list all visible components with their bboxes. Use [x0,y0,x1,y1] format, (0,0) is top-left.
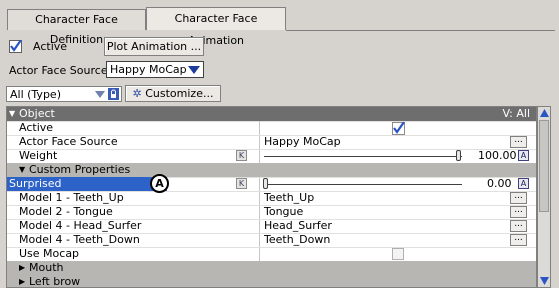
property-name: Use Mocap [19,247,80,260]
property-value: Teeth_Down [264,233,331,246]
property-name: Actor Face Source [19,135,118,148]
active-checkbox[interactable] [9,39,22,53]
vertical-scrollbar[interactable] [537,106,551,288]
visibility-all-label: V: All [502,107,530,120]
customize-button[interactable]: ✲ Customize... [125,85,221,102]
property-name: Surprised [9,177,62,190]
type-filter-value: All (Type) [10,88,61,101]
chevron-down-icon [95,91,105,98]
gear-icon: ✲ [132,87,142,100]
actor-face-source-dropdown[interactable]: Happy MoCap [106,61,204,78]
property-row-tongue[interactable]: Model 2 - Tongue Tongue ... [7,205,536,220]
group-label: Custom Properties [29,163,131,176]
property-row-use-mocap[interactable]: Use Mocap [7,247,536,262]
key-button[interactable]: K [236,150,247,161]
property-row-teeth-up[interactable]: Model 1 - Teeth_Up Teeth_Up ... [7,191,536,206]
object-header-label: Object [19,107,55,120]
expand-triangle-icon: ▶ [19,277,26,286]
chevron-down-icon [188,66,200,74]
scroll-thumb[interactable] [539,120,549,212]
property-row-actor-face-source[interactable]: Actor Face Source Happy MoCap ... [7,135,536,150]
mouth-group[interactable]: ▶ Mouth [7,261,536,276]
type-filter-dropdown[interactable]: All (Type) [6,86,122,102]
object-header-row[interactable]: ▼ Object V: All [7,107,536,122]
browse-button[interactable]: ... [510,192,527,204]
animate-button[interactable]: A [518,150,529,161]
custom-properties-group[interactable]: ▼ Custom Properties [7,163,536,178]
lock-icon [108,88,119,100]
property-name: Model 1 - Teeth_Up [19,191,124,204]
collapse-triangle-icon: ▼ [9,109,16,118]
browse-button[interactable]: ... [510,234,527,246]
surprised-slider-track[interactable] [268,184,462,185]
group-label: Mouth [29,261,64,274]
property-row-weight[interactable]: Weight K 100.00 A [7,149,536,164]
property-row-head-surfer[interactable]: Model 4 - Head_Surfer Head_Surfer ... [7,219,536,234]
property-value: Tongue [264,205,304,218]
animate-button[interactable]: A [518,178,529,189]
weight-slider-track[interactable] [264,156,462,157]
tab-divider [286,30,555,31]
property-name: Active [19,121,54,134]
property-value: Teeth_Up [264,191,315,204]
scroll-down-icon[interactable] [540,277,549,285]
expand-triangle-icon: ▶ [19,263,26,272]
key-button[interactable]: K [236,178,247,189]
scroll-up-icon[interactable] [540,109,549,117]
use-mocap-checkbox[interactable] [392,248,404,260]
weight-value[interactable]: 100.00 [478,149,517,163]
property-row-teeth-down[interactable]: Model 4 - Teeth_Down Teeth_Down ... [7,233,536,248]
browse-button[interactable]: ... [510,220,527,232]
weight-slider-thumb[interactable] [456,150,461,161]
active-label: Active [33,40,68,53]
property-name: Model 2 - Tongue [19,205,113,218]
plot-animation-button[interactable]: Plot Animation ... [104,37,204,56]
surprised-value[interactable]: 0.00 [487,177,512,191]
group-label: Left brow [29,275,81,288]
checkmark-icon [9,39,22,53]
property-row-active[interactable]: Active [7,121,536,136]
actor-face-source-value: Happy MoCap [110,63,187,76]
customize-label: Customize... [145,87,214,100]
property-value: Head_Surfer [264,219,332,232]
property-row-surprised[interactable]: Surprised A K 0.00 A [7,174,536,193]
browse-button[interactable]: ... [510,136,527,148]
property-grid: ▼ Object V: All Active Actor Face Source… [6,106,537,288]
property-name: Weight [19,149,58,162]
active-property-checkbox[interactable] [392,122,405,135]
plot-animation-label: Plot Animation ... [106,40,202,53]
collapse-triangle-icon: ▼ [19,165,26,174]
property-name: Model 4 - Head_Surfer [19,219,142,232]
tab-character-face-animation[interactable]: Character Face Animation [146,7,286,47]
left-brow-group[interactable]: ▶ Left brow [7,275,536,288]
property-value: Happy MoCap [264,135,341,148]
property-name: Model 4 - Teeth_Down [19,233,140,246]
tab-character-face-definition[interactable]: Character Face Definition [7,9,146,46]
browse-button[interactable]: ... [510,206,527,218]
actor-face-source-label: Actor Face Source: [9,64,112,77]
